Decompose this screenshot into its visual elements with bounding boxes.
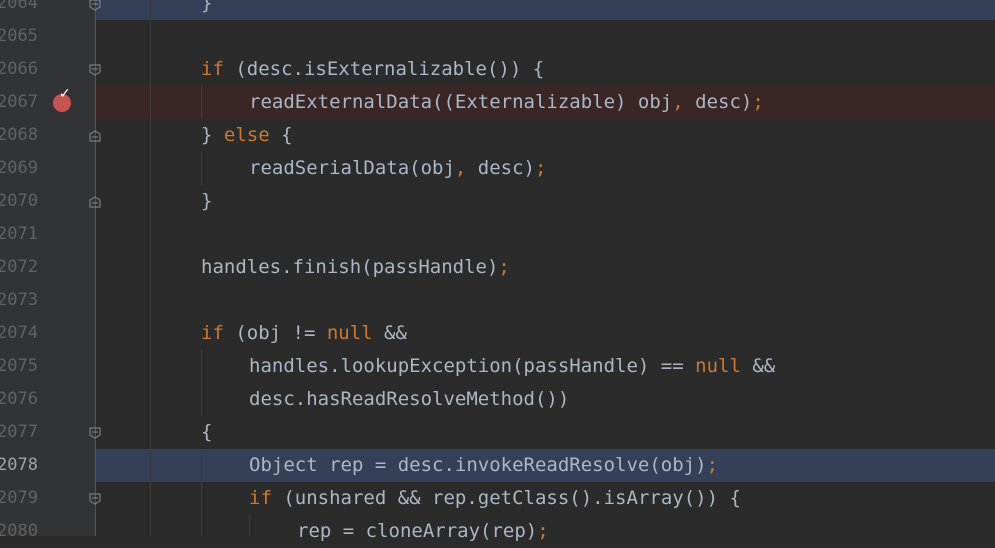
code-keyword: ; (498, 256, 510, 278)
code-text[interactable]: rep = cloneArray(rep); (297, 515, 549, 548)
code-text[interactable]: } else { (201, 119, 293, 152)
line-number[interactable]: 2073 (0, 284, 38, 317)
code-line[interactable]: 2065 (0, 20, 995, 53)
code-line[interactable]: 2072 handles.finish(passHandle); (0, 251, 995, 284)
code-token: desc.hasReadResolveMethod()) (249, 388, 570, 410)
code-token: desc) (683, 91, 753, 113)
code-keyword: if (201, 58, 224, 80)
code-line[interactable]: 2071 (0, 218, 995, 251)
code-line[interactable]: 2064} (0, 0, 995, 20)
code-token: Object rep = desc.invokeReadResolve(obj) (249, 454, 707, 476)
line-number[interactable]: 2079 (0, 482, 38, 515)
code-keyword: ; (535, 157, 547, 179)
code-text[interactable]: } (201, 185, 212, 218)
code-token: } (201, 190, 213, 212)
code-token: handles.finish(passHandle) (201, 256, 499, 278)
code-token: readSerialData(obj (249, 157, 455, 179)
code-line[interactable]: 2077 { (0, 416, 995, 449)
code-keyword: if (249, 487, 272, 509)
line-number[interactable]: 2071 (0, 218, 38, 251)
line-number[interactable]: 2074 (0, 317, 38, 350)
code-text[interactable]: readExternalData((Externalizable) obj, d… (249, 86, 764, 119)
code-text[interactable]: if (unshared && rep.getClass().isArray()… (249, 482, 741, 515)
line-number[interactable]: 2080 (0, 515, 38, 548)
code-token: handles.lookupException(passHandle) == (249, 355, 696, 377)
fold-end-icon[interactable] (89, 196, 101, 208)
code-line[interactable]: 2079 if (unshared && rep.getClass().isArr… (0, 482, 995, 515)
line-number[interactable]: 2068 (0, 119, 38, 152)
code-token: && (740, 355, 776, 377)
code-line[interactable]: 2069 readSerialData(obj, desc); (0, 152, 995, 185)
code-keyword: ; (706, 454, 719, 476)
breakpoint-check-icon: ✓ (59, 86, 71, 102)
code-text[interactable]: Object rep = desc.invokeReadResolve(obj)… (249, 449, 718, 482)
line-number[interactable]: 2078 (0, 449, 38, 482)
line-number[interactable]: 2075 (0, 350, 38, 383)
fold-start-icon[interactable] (89, 427, 101, 439)
code-keyword: ; (752, 91, 764, 113)
code-text[interactable]: handles.finish(passHandle); (201, 251, 510, 284)
fold-end-icon[interactable] (89, 130, 101, 142)
code-keyword: null (326, 322, 373, 344)
code-text[interactable]: desc.hasReadResolveMethod()) (249, 383, 569, 416)
fold-end-icon[interactable] (89, 0, 101, 11)
line-number[interactable]: 2067 (0, 86, 38, 119)
code-line[interactable]: 2076 desc.hasReadResolveMethod()) (0, 383, 995, 416)
code-line[interactable]: 2066 if (desc.isExternalizable()) { (0, 53, 995, 86)
code-token: readExternalData((Externalizable) obj (249, 91, 673, 113)
code-line[interactable]: 2074 if (obj != null && (0, 317, 995, 350)
line-number[interactable]: 2069 (0, 152, 38, 185)
code-token: (unshared && rep.getClass().isArray()) { (271, 487, 741, 509)
code-token: } (201, 124, 224, 146)
code-text[interactable]: if (obj != null && (201, 317, 407, 350)
fold-start-icon[interactable] (89, 493, 101, 505)
code-token: { (201, 421, 213, 443)
code-line[interactable]: 2078 Object rep = desc.invokeReadResolve(… (0, 449, 995, 482)
code-text[interactable]: } (201, 0, 212, 20)
code-line[interactable]: 2070} (0, 185, 995, 218)
code-token: rep = cloneArray(rep) (297, 520, 538, 542)
line-number[interactable]: 2077 (0, 416, 38, 449)
code-text[interactable]: { (201, 416, 212, 449)
code-token: desc) (466, 157, 535, 179)
code-keyword: null (695, 355, 741, 377)
code-text[interactable]: if (desc.isExternalizable()) { (201, 53, 544, 86)
code-token: { (269, 124, 293, 146)
code-line[interactable]: 2068} else { (0, 119, 995, 152)
code-keyword: else (223, 124, 270, 146)
line-number[interactable]: 2070 (0, 185, 38, 218)
code-token: (desc.isExternalizable()) { (223, 58, 545, 80)
code-editor[interactable]: 2064} 2065 2066 if (desc.isExternalizable()… (0, 0, 995, 542)
line-number[interactable]: 2076 (0, 383, 38, 416)
code-keyword: , (672, 91, 684, 113)
code-line[interactable]: 2067 readExternalData((Externalizable) ob… (0, 86, 995, 119)
code-token: (obj != (223, 322, 327, 344)
code-line[interactable]: 2075 handles.lookupException(passHandle) … (0, 350, 995, 383)
code-text[interactable]: readSerialData(obj, desc); (249, 152, 546, 185)
line-number[interactable]: 2065 (0, 20, 38, 53)
code-line[interactable]: 2073 (0, 284, 995, 317)
code-keyword: ; (537, 520, 549, 542)
code-token: } (201, 0, 213, 14)
line-number[interactable]: 2072 (0, 251, 38, 284)
code-text[interactable]: handles.lookupException(passHandle) == n… (249, 350, 775, 383)
code-line[interactable]: 2080 rep = cloneArray(rep); (0, 515, 995, 548)
code-token: && (372, 322, 407, 344)
code-keyword: if (201, 322, 224, 344)
line-number[interactable]: 2064 (0, 0, 38, 20)
fold-start-icon[interactable] (89, 64, 101, 76)
code-keyword: , (454, 157, 467, 179)
breakpoint-icon[interactable]: ✓ (53, 87, 71, 112)
line-number[interactable]: 2066 (0, 53, 38, 86)
